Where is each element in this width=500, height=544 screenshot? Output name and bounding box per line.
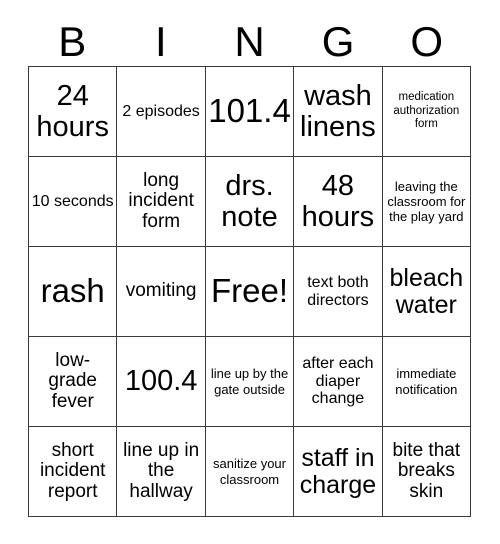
header-letter-b: B [58,18,87,65]
bingo-card: B I N G O 24 hours 2 episodes 101.4 wash… [28,18,472,517]
bingo-cell-b5[interactable]: short incident report [29,427,118,517]
bingo-cell-label: bite that breaks skin [392,439,461,502]
bingo-cell-b3[interactable]: rash [29,247,118,337]
bingo-cell-b2[interactable]: 10 seconds [29,157,118,247]
bingo-cell-label: immediate notification [395,366,458,397]
bingo-cell-i4[interactable]: 100.4 [117,337,206,427]
bingo-cell-label: 100.4 [124,365,198,398]
bingo-row: 10 seconds long incident form drs. note … [29,157,472,247]
bingo-header: B I N G O [28,18,471,66]
bingo-cell-label: drs. note [221,170,278,233]
bingo-row: rash vomiting Free! text both directors … [29,247,472,337]
bingo-cell-o2[interactable]: leaving the classroom for the play yard [382,157,472,247]
bingo-cell-n1[interactable]: 101.4 [205,67,295,157]
bingo-cell-n5[interactable]: sanitize your classroom [205,427,295,517]
bingo-cell-label: low-grade fever [48,349,97,412]
bingo-grid: 24 hours 2 episodes 101.4 wash linens me… [28,66,472,517]
bingo-cell-label: 2 episodes [122,102,200,120]
bingo-cell-label: sanitize your classroom [213,456,286,487]
bingo-cell-b4[interactable]: low-grade fever [29,337,118,427]
bingo-row: 24 hours 2 episodes 101.4 wash linens me… [29,67,472,157]
bingo-cell-b1[interactable]: 24 hours [29,67,118,157]
bingo-cell-free-space[interactable]: Free! [205,247,295,337]
bingo-cell-i3[interactable]: vomiting [117,247,206,337]
header-letter-o: O [410,18,443,65]
bingo-cell-i2[interactable]: long incident form [117,157,206,247]
bingo-cell-label: rash [40,272,105,310]
bingo-cell-o5[interactable]: bite that breaks skin [382,427,472,517]
bingo-cell-o3[interactable]: bleach water [382,247,472,337]
bingo-cell-o1[interactable]: medication authorization form [382,67,472,157]
bingo-row: short incident report line up in the hal… [29,427,472,517]
bingo-cell-g2[interactable]: 48 hours [294,157,383,247]
bingo-cell-n4[interactable]: line up by the gate outside [205,337,295,427]
bingo-cell-label: line up in the hallway [123,439,200,502]
bingo-cell-g3[interactable]: text both directors [294,247,383,337]
bingo-cell-label: 10 seconds [31,192,114,210]
bingo-cell-label: medication authorization form [393,90,460,131]
header-letter-g: G [321,18,355,65]
bingo-cell-label: text both directors [307,273,369,309]
bingo-cell-label: short incident report [39,439,106,502]
bingo-cell-i1[interactable]: 2 episodes [117,67,206,157]
bingo-cell-label: leaving the classroom for the play yard [387,178,466,225]
bingo-cell-g5[interactable]: staff in charge [294,427,383,517]
header-letter-i: I [155,18,167,65]
bingo-cell-label: vomiting [125,280,197,302]
bingo-cell-label: 48 hours [301,170,375,233]
free-space-label: Free! [211,272,289,310]
bingo-cell-label: after each diaper change [302,354,374,408]
bingo-cell-g1[interactable]: wash linens [294,67,383,157]
bingo-cell-o4[interactable]: immediate notification [382,337,472,427]
bingo-cell-label: long incident form [128,169,194,232]
bingo-cell-label: wash linens [300,80,376,143]
bingo-cell-label: line up by the gate outside [210,366,289,397]
bingo-cell-n2[interactable]: drs. note [205,157,295,247]
bingo-cell-g4[interactable]: after each diaper change [294,337,383,427]
bingo-cell-label: staff in charge [299,444,377,499]
bingo-row: low-grade fever 100.4 line up by the gat… [29,337,472,427]
bingo-cell-i5[interactable]: line up in the hallway [117,427,206,517]
bingo-cell-label: 101.4 [208,92,291,130]
bingo-cell-label: 24 hours [36,80,109,143]
bingo-cell-label: bleach water [389,264,464,319]
header-letter-n: N [234,18,265,65]
